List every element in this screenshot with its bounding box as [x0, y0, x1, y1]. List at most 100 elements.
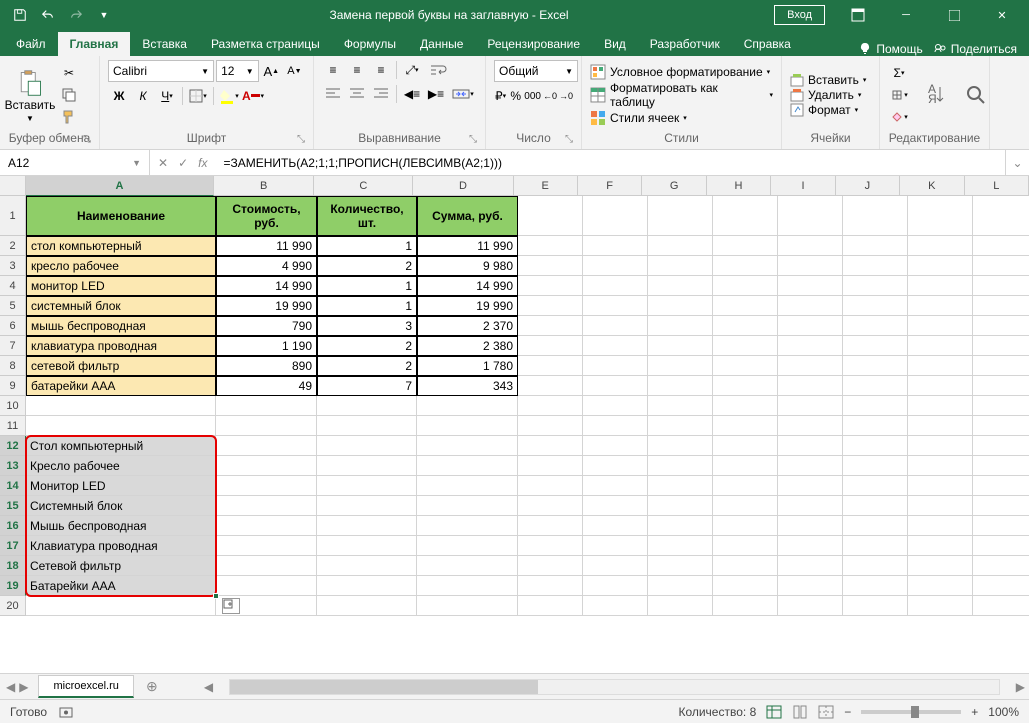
- tab-formulas[interactable]: Формулы: [332, 32, 408, 56]
- cell[interactable]: 343: [417, 376, 518, 396]
- cell[interactable]: 19 990: [216, 296, 317, 316]
- cell[interactable]: 1: [317, 296, 417, 316]
- cell[interactable]: Батарейки AAA: [26, 576, 216, 596]
- cell[interactable]: 890: [216, 356, 317, 376]
- accounting-format-icon[interactable]: ₽▾: [494, 86, 507, 106]
- cell[interactable]: 49: [216, 376, 317, 396]
- decrease-font-icon[interactable]: A▼: [284, 61, 305, 81]
- column-header[interactable]: E: [514, 176, 578, 196]
- row-header[interactable]: 20: [0, 596, 26, 616]
- tab-insert[interactable]: Вставка: [130, 32, 199, 56]
- redo-icon[interactable]: [64, 3, 88, 27]
- fill-color-icon[interactable]: ▾: [218, 86, 240, 106]
- align-middle-icon[interactable]: ≡: [346, 60, 368, 80]
- cell[interactable]: стол компьютерный: [26, 236, 216, 256]
- formula-input[interactable]: =ЗАМЕНИТЬ(A2;1;1;ПРОПИСН(ЛЕВСИМВ(A2;1))): [215, 156, 1005, 170]
- column-header[interactable]: A: [26, 176, 214, 196]
- wrap-text-icon[interactable]: [425, 60, 453, 80]
- column-header[interactable]: I: [771, 176, 835, 196]
- add-sheet-icon[interactable]: ⊕: [140, 678, 164, 695]
- qat-dropdown-icon[interactable]: ▼: [92, 3, 116, 27]
- font-name-combo[interactable]: Calibri▼: [108, 60, 214, 82]
- autosum-icon[interactable]: Σ▾: [888, 63, 910, 83]
- fx-icon[interactable]: fx: [198, 156, 207, 170]
- row-header[interactable]: 16: [0, 516, 26, 536]
- cell[interactable]: 14 990: [216, 276, 317, 296]
- row-header[interactable]: 14: [0, 476, 26, 496]
- zoom-slider[interactable]: [861, 710, 961, 714]
- cell[interactable]: Монитор LED: [26, 476, 216, 496]
- spreadsheet-grid[interactable]: ABCDEFGHIJKL 123456789101112131415161718…: [0, 176, 1029, 673]
- cell[interactable]: 2 380: [417, 336, 518, 356]
- cell[interactable]: Сумма, руб.: [417, 196, 518, 236]
- cell[interactable]: Кресло рабочее: [26, 456, 216, 476]
- tab-view[interactable]: Вид: [592, 32, 638, 56]
- clear-icon[interactable]: ▾: [888, 107, 910, 127]
- dialog-launcher-icon[interactable]: ⤡: [469, 134, 477, 145]
- cell[interactable]: 3: [317, 316, 417, 336]
- increase-font-icon[interactable]: A▲: [261, 61, 282, 81]
- cell[interactable]: 9 980: [417, 256, 518, 276]
- zoom-level[interactable]: 100%: [988, 705, 1019, 719]
- align-left-icon[interactable]: [322, 84, 344, 104]
- delete-cells-button[interactable]: Удалить▾: [790, 88, 871, 102]
- maximize-icon[interactable]: [931, 0, 977, 30]
- sheet-tab[interactable]: microexcel.ru: [38, 675, 133, 698]
- row-header[interactable]: 5: [0, 296, 26, 316]
- tab-review[interactable]: Рецензирование: [475, 32, 592, 56]
- cell[interactable]: батарейки AAA: [26, 376, 216, 396]
- column-header[interactable]: L: [965, 176, 1029, 196]
- cell[interactable]: 790: [216, 316, 317, 336]
- cell[interactable]: 4 990: [216, 256, 317, 276]
- font-size-combo[interactable]: 12▼: [216, 60, 259, 82]
- conditional-formatting-button[interactable]: Условное форматирование▾: [590, 64, 773, 80]
- comma-icon[interactable]: 000: [524, 86, 541, 106]
- row-header[interactable]: 17: [0, 536, 26, 556]
- cell[interactable]: клавиатура проводная: [26, 336, 216, 356]
- row-header[interactable]: 10: [0, 396, 26, 416]
- orientation-icon[interactable]: ⤢▾: [401, 60, 423, 80]
- view-page-break-icon[interactable]: [818, 705, 834, 719]
- close-icon[interactable]: ✕: [979, 0, 1025, 30]
- column-header[interactable]: C: [314, 176, 413, 196]
- horizontal-scrollbar[interactable]: ◀ ▶: [204, 679, 1029, 695]
- find-select-icon[interactable]: [960, 79, 992, 111]
- number-format-combo[interactable]: Общий▼: [494, 60, 578, 82]
- cell[interactable]: системный блок: [26, 296, 216, 316]
- minimize-icon[interactable]: ─: [883, 0, 929, 30]
- row-header[interactable]: 11: [0, 416, 26, 436]
- cell[interactable]: 2: [317, 356, 417, 376]
- view-normal-icon[interactable]: [766, 705, 782, 719]
- dialog-launcher-icon[interactable]: ⤡: [565, 134, 573, 145]
- font-color-icon[interactable]: А▾: [242, 86, 264, 106]
- format-cells-button[interactable]: Формат▾: [790, 103, 871, 117]
- sheet-nav-next-icon[interactable]: ▶: [19, 680, 28, 694]
- ribbon-options-icon[interactable]: [835, 0, 881, 30]
- row-header[interactable]: 9: [0, 376, 26, 396]
- column-header[interactable]: D: [413, 176, 513, 196]
- enter-formula-icon[interactable]: ✓: [178, 156, 188, 170]
- cell[interactable]: 1 190: [216, 336, 317, 356]
- cell[interactable]: Наименование: [26, 196, 216, 236]
- decrease-indent-icon[interactable]: ◀≡: [401, 84, 423, 104]
- percent-icon[interactable]: %: [509, 86, 522, 106]
- signin-button[interactable]: Вход: [774, 5, 825, 25]
- tell-me-button[interactable]: Помощь: [858, 42, 922, 56]
- italic-icon[interactable]: К: [132, 86, 154, 106]
- row-header[interactable]: 19: [0, 576, 26, 596]
- cut-icon[interactable]: ✂: [58, 63, 80, 83]
- row-header[interactable]: 15: [0, 496, 26, 516]
- increase-indent-icon[interactable]: ▶≡: [425, 84, 447, 104]
- cell[interactable]: сетевой фильтр: [26, 356, 216, 376]
- cell[interactable]: кресло рабочее: [26, 256, 216, 276]
- tab-help[interactable]: Справка: [732, 32, 803, 56]
- row-header[interactable]: 12: [0, 436, 26, 456]
- bold-icon[interactable]: Ж: [108, 86, 130, 106]
- row-header[interactable]: 4: [0, 276, 26, 296]
- insert-cells-button[interactable]: Вставить▾: [790, 73, 871, 87]
- cell[interactable]: 7: [317, 376, 417, 396]
- macro-record-icon[interactable]: [59, 705, 73, 719]
- cell[interactable]: Стоимость, руб.: [216, 196, 317, 236]
- row-header[interactable]: 13: [0, 456, 26, 476]
- column-header[interactable]: H: [707, 176, 771, 196]
